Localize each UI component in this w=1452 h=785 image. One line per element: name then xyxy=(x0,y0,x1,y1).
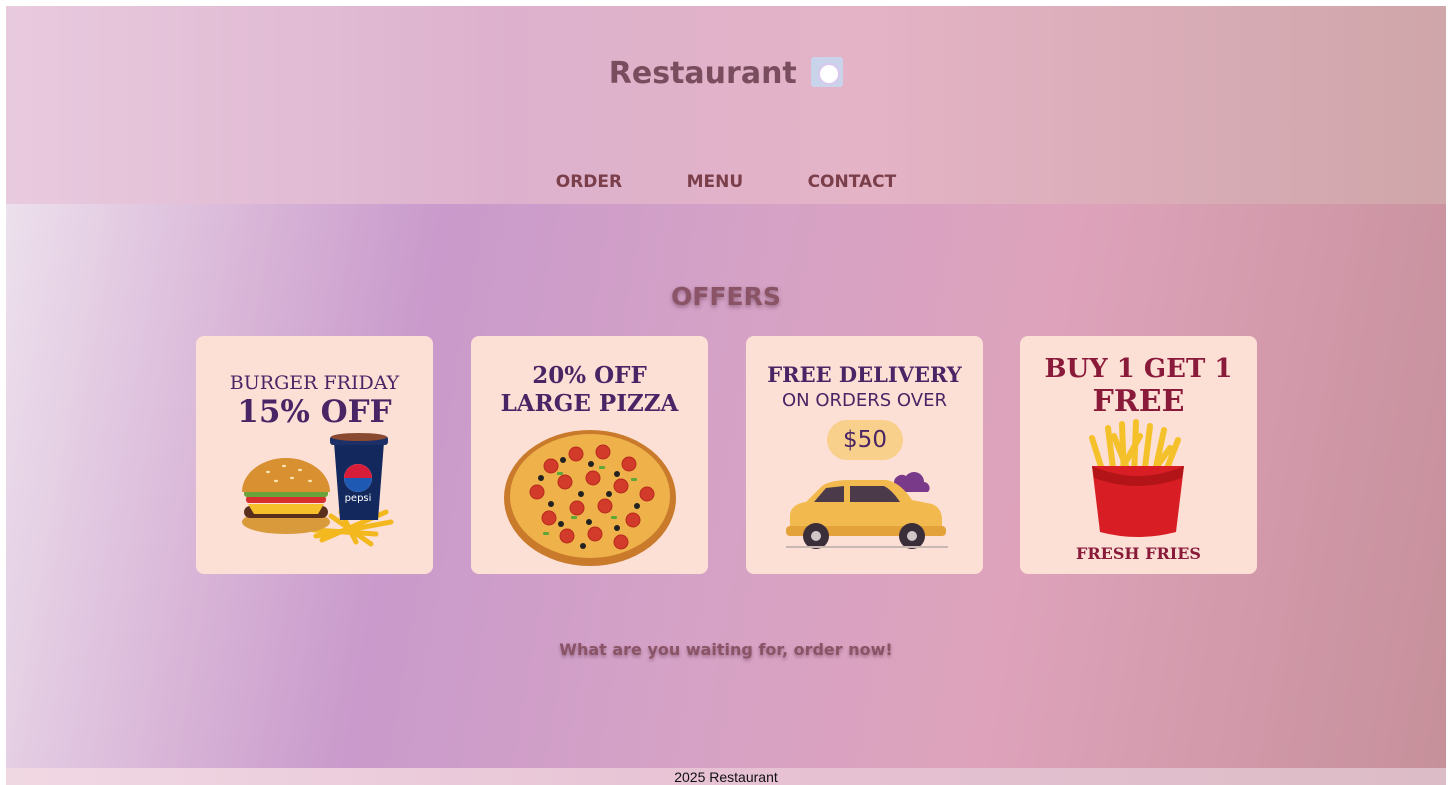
order-now-text: What are you waiting for, order now! xyxy=(559,640,893,659)
nav-link-contact[interactable]: CONTACT xyxy=(808,172,897,192)
fries-image xyxy=(1089,419,1184,537)
plate-cutlery-icon xyxy=(811,57,844,87)
offer-card-caption: FRESH FRIES xyxy=(1076,544,1201,563)
pepsi-cup-text: pepsi xyxy=(345,493,372,504)
header: Restaurant ORDER MENU CONTACT xyxy=(6,6,1446,204)
offer-card-fries[interactable]: BUY 1 GET 1 FREE FRESH FRIES xyxy=(1020,336,1257,574)
offer-card-pizza[interactable]: 20% OFF LARGE PIZZA xyxy=(471,336,708,574)
page: Restaurant ORDER MENU CONTACT OFFERS BUR… xyxy=(6,6,1446,785)
offers-title: OFFERS xyxy=(671,282,781,311)
brand[interactable]: Restaurant xyxy=(6,56,1446,91)
delivery-car-image xyxy=(786,472,948,549)
brand-name: Restaurant xyxy=(608,56,797,91)
footer: 2025 Restaurant xyxy=(6,768,1446,785)
main-nav: ORDER MENU CONTACT xyxy=(6,172,1446,192)
offer-card-delivery[interactable]: FREE DELIVERY ON ORDERS OVER $50 xyxy=(746,336,983,574)
burger-fries-pepsi-image: pepsi xyxy=(242,433,394,547)
offers-cards: BURGER FRIDAY 15% OFF pepsi 20% OFF LARG… xyxy=(196,336,1258,574)
nav-link-order[interactable]: ORDER xyxy=(556,172,622,192)
pizza-image xyxy=(504,430,676,566)
nav-link-menu[interactable]: MENU xyxy=(687,172,744,192)
offer-card-burger[interactable]: BURGER FRIDAY 15% OFF pepsi xyxy=(196,336,433,574)
